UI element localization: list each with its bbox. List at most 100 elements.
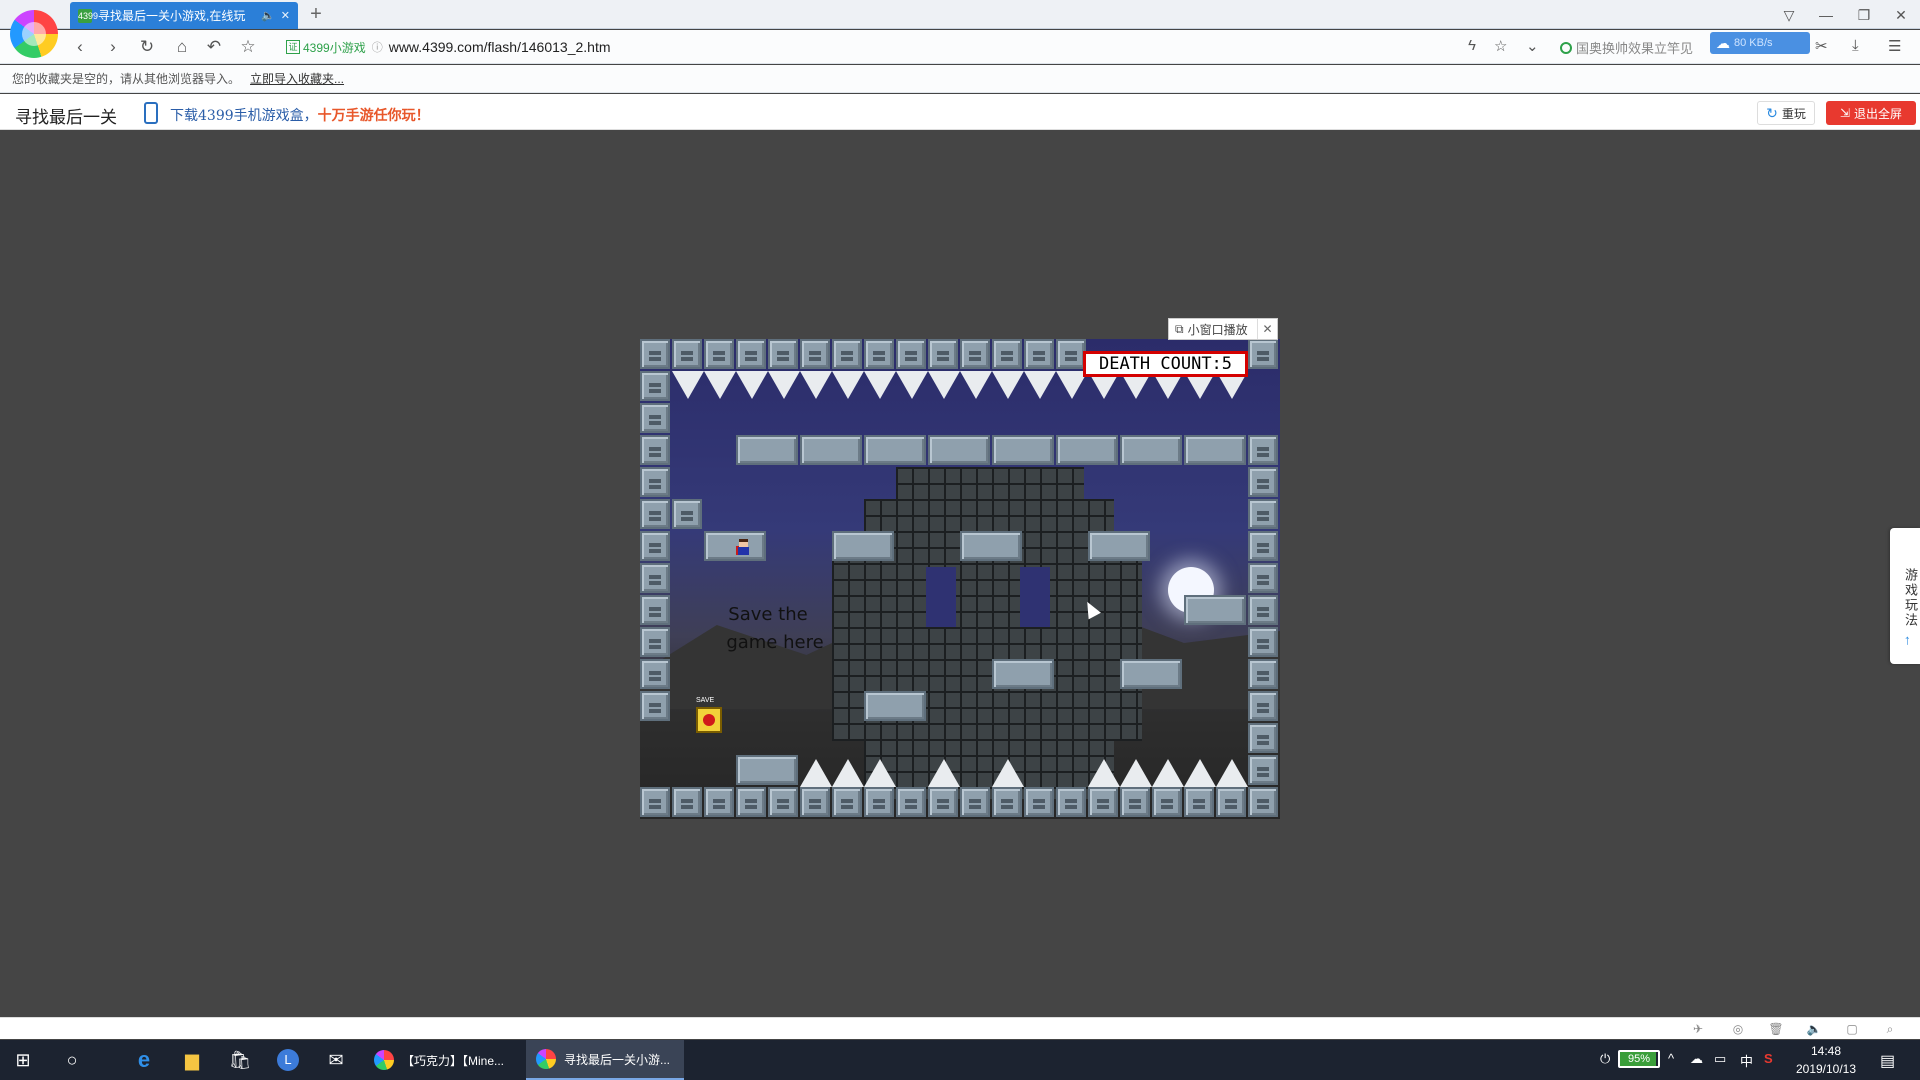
power-plug-icon[interactable]: ⏻ bbox=[1600, 1051, 1610, 1067]
windows-start-icon[interactable]: ⊞ bbox=[0, 1040, 46, 1080]
url-text[interactable]: www.4399.com/flash/146013_2.htm bbox=[389, 39, 611, 55]
system-clock[interactable]: 14:48 2019/10/13 bbox=[1790, 1042, 1862, 1078]
download-icon[interactable]: ⤓ bbox=[1852, 37, 1859, 54]
wall-tile bbox=[768, 339, 798, 369]
scissors-icon[interactable]: ✂ bbox=[1815, 37, 1828, 55]
save-point[interactable] bbox=[696, 707, 722, 733]
lightning-icon[interactable]: ϟ bbox=[1468, 37, 1476, 54]
tab-active[interactable]: 4399 寻找最后一关小游戏,在线玩 🔈 ✕ bbox=[70, 2, 298, 29]
taskbar-app-game[interactable]: 寻找最后一关小游... bbox=[526, 1040, 684, 1080]
notification-icon[interactable]: ▤ bbox=[1880, 1051, 1895, 1071]
wall-tile bbox=[768, 787, 798, 817]
browser-logo-icon[interactable] bbox=[10, 10, 58, 58]
onedrive-icon[interactable]: ☁ bbox=[1690, 1051, 1703, 1067]
cortana-icon[interactable]: ○ bbox=[50, 1040, 94, 1080]
spike bbox=[896, 371, 928, 399]
spike bbox=[736, 371, 768, 399]
how-to-play-tab[interactable]: 游戏玩法 ← bbox=[1890, 528, 1920, 664]
exit-icon: ⇲ bbox=[1839, 106, 1851, 120]
wall-tile bbox=[992, 787, 1022, 817]
news-hint[interactable]: 国奥换帅效果立竿见 bbox=[1560, 38, 1693, 57]
home-icon[interactable]: ⌂ bbox=[170, 36, 194, 58]
wall-tile bbox=[1152, 787, 1182, 817]
wall-tile bbox=[1088, 787, 1118, 817]
wall-tile bbox=[928, 787, 958, 817]
replay-button[interactable]: ↻ 重玩 bbox=[1757, 101, 1815, 125]
edge-icon[interactable]: e bbox=[124, 1040, 164, 1080]
speaker-icon[interactable]: 🔈 bbox=[261, 9, 275, 22]
restore-button[interactable]: ❐ bbox=[1850, 4, 1878, 26]
reload-icon[interactable]: ↻ bbox=[135, 36, 159, 58]
favorite-star-icon[interactable]: ☆ bbox=[236, 36, 260, 58]
spike bbox=[1216, 759, 1248, 787]
wall-tile bbox=[640, 435, 670, 465]
spike bbox=[992, 759, 1024, 787]
game-canvas[interactable]: Save the game here SAVE DEATH COUNT:5 bbox=[640, 339, 1280, 819]
undo-close-icon[interactable]: ↶ bbox=[202, 36, 226, 58]
dropdown-chevron-icon[interactable]: ⌄ bbox=[1526, 37, 1539, 55]
cloud-icon: ☁ bbox=[1716, 34, 1730, 51]
spike bbox=[832, 759, 864, 787]
app-l-icon[interactable]: L bbox=[268, 1040, 308, 1080]
taskbar-app-minecraft[interactable]: 【巧克力】【Mine... bbox=[364, 1040, 524, 1080]
player-character bbox=[736, 539, 750, 557]
search-icon bbox=[1560, 41, 1572, 54]
wall-tile bbox=[640, 339, 670, 369]
wall-tile bbox=[640, 403, 670, 433]
mail-icon[interactable]: ✉ bbox=[316, 1040, 356, 1080]
new-tab-button[interactable]: + bbox=[305, 2, 327, 26]
wall-tile bbox=[1248, 499, 1278, 529]
chevron-up-icon[interactable]: ^ bbox=[1668, 1051, 1674, 1066]
wall-tile bbox=[640, 563, 670, 593]
ime-indicator[interactable]: 中 bbox=[1740, 1051, 1753, 1070]
skin-icon[interactable]: ▽ bbox=[1775, 4, 1803, 26]
wall-tile bbox=[1248, 627, 1278, 657]
zoom-icon[interactable]: ⌕ bbox=[1882, 1022, 1898, 1036]
bookmark-star-icon[interactable]: ☆ bbox=[1494, 37, 1507, 55]
wall-tile bbox=[640, 467, 670, 497]
wall-tile bbox=[736, 787, 766, 817]
wall-tile bbox=[672, 499, 702, 529]
stone-platform bbox=[1056, 435, 1118, 465]
speedup-icon[interactable]: ◎ bbox=[1730, 1022, 1746, 1036]
close-tab-icon[interactable]: ✕ bbox=[281, 9, 290, 22]
forward-icon[interactable]: › bbox=[101, 36, 125, 58]
wall-tile bbox=[1248, 659, 1278, 689]
wall-tile bbox=[800, 339, 830, 369]
spike bbox=[1184, 759, 1216, 787]
window-icon[interactable]: ▢ bbox=[1844, 1022, 1860, 1036]
close-window-button[interactable]: ✕ bbox=[1887, 4, 1915, 26]
volume-icon[interactable]: 🔈 bbox=[1806, 1022, 1822, 1036]
wall-tile bbox=[1248, 435, 1278, 465]
popout-player-button[interactable]: ⧉ 小窗口播放 ✕ bbox=[1168, 318, 1278, 340]
wall-tile bbox=[640, 499, 670, 529]
import-bookmarks-link[interactable]: 立即导入收藏夹... bbox=[250, 70, 344, 87]
promo-banner[interactable]: 下载4399手机游戏盒，十万手游任你玩！ bbox=[170, 105, 430, 125]
network-icon[interactable]: ▭ bbox=[1714, 1051, 1726, 1067]
news-hint-text: 国奥换帅效果立竿见 bbox=[1576, 41, 1694, 56]
exit-fullscreen-button[interactable]: ⇲ 退出全屏 bbox=[1826, 101, 1916, 125]
wall-tile bbox=[1248, 595, 1278, 625]
menu-icon[interactable]: ☰ bbox=[1888, 37, 1901, 55]
minimize-button[interactable]: — bbox=[1812, 4, 1840, 26]
back-icon[interactable]: ‹ bbox=[68, 36, 92, 58]
browser-app-icon bbox=[536, 1049, 556, 1069]
sogou-ime-icon[interactable]: S bbox=[1764, 1051, 1773, 1066]
close-icon[interactable]: ✕ bbox=[1257, 319, 1277, 339]
stone-platform bbox=[864, 691, 926, 721]
url-field[interactable]: 证 4399小游戏 ⓘ www.4399.com/flash/146013_2.… bbox=[286, 35, 1566, 59]
file-explorer-icon[interactable]: ▆ bbox=[172, 1040, 212, 1080]
store-icon[interactable]: 🛍 bbox=[220, 1040, 260, 1080]
castle-window bbox=[1020, 567, 1050, 627]
site-label: 4399小游戏 bbox=[303, 40, 366, 55]
trash-icon[interactable]: 🗑 bbox=[1768, 1022, 1784, 1036]
wall-tile bbox=[832, 339, 862, 369]
wall-tile bbox=[704, 787, 734, 817]
rocket-icon[interactable]: ✈ bbox=[1690, 1022, 1706, 1036]
battery-indicator[interactable]: 95% bbox=[1618, 1050, 1660, 1068]
spike bbox=[864, 371, 896, 399]
spike bbox=[768, 371, 800, 399]
wall-tile bbox=[1248, 467, 1278, 497]
wall-tile bbox=[1248, 563, 1278, 593]
spike bbox=[672, 371, 704, 399]
